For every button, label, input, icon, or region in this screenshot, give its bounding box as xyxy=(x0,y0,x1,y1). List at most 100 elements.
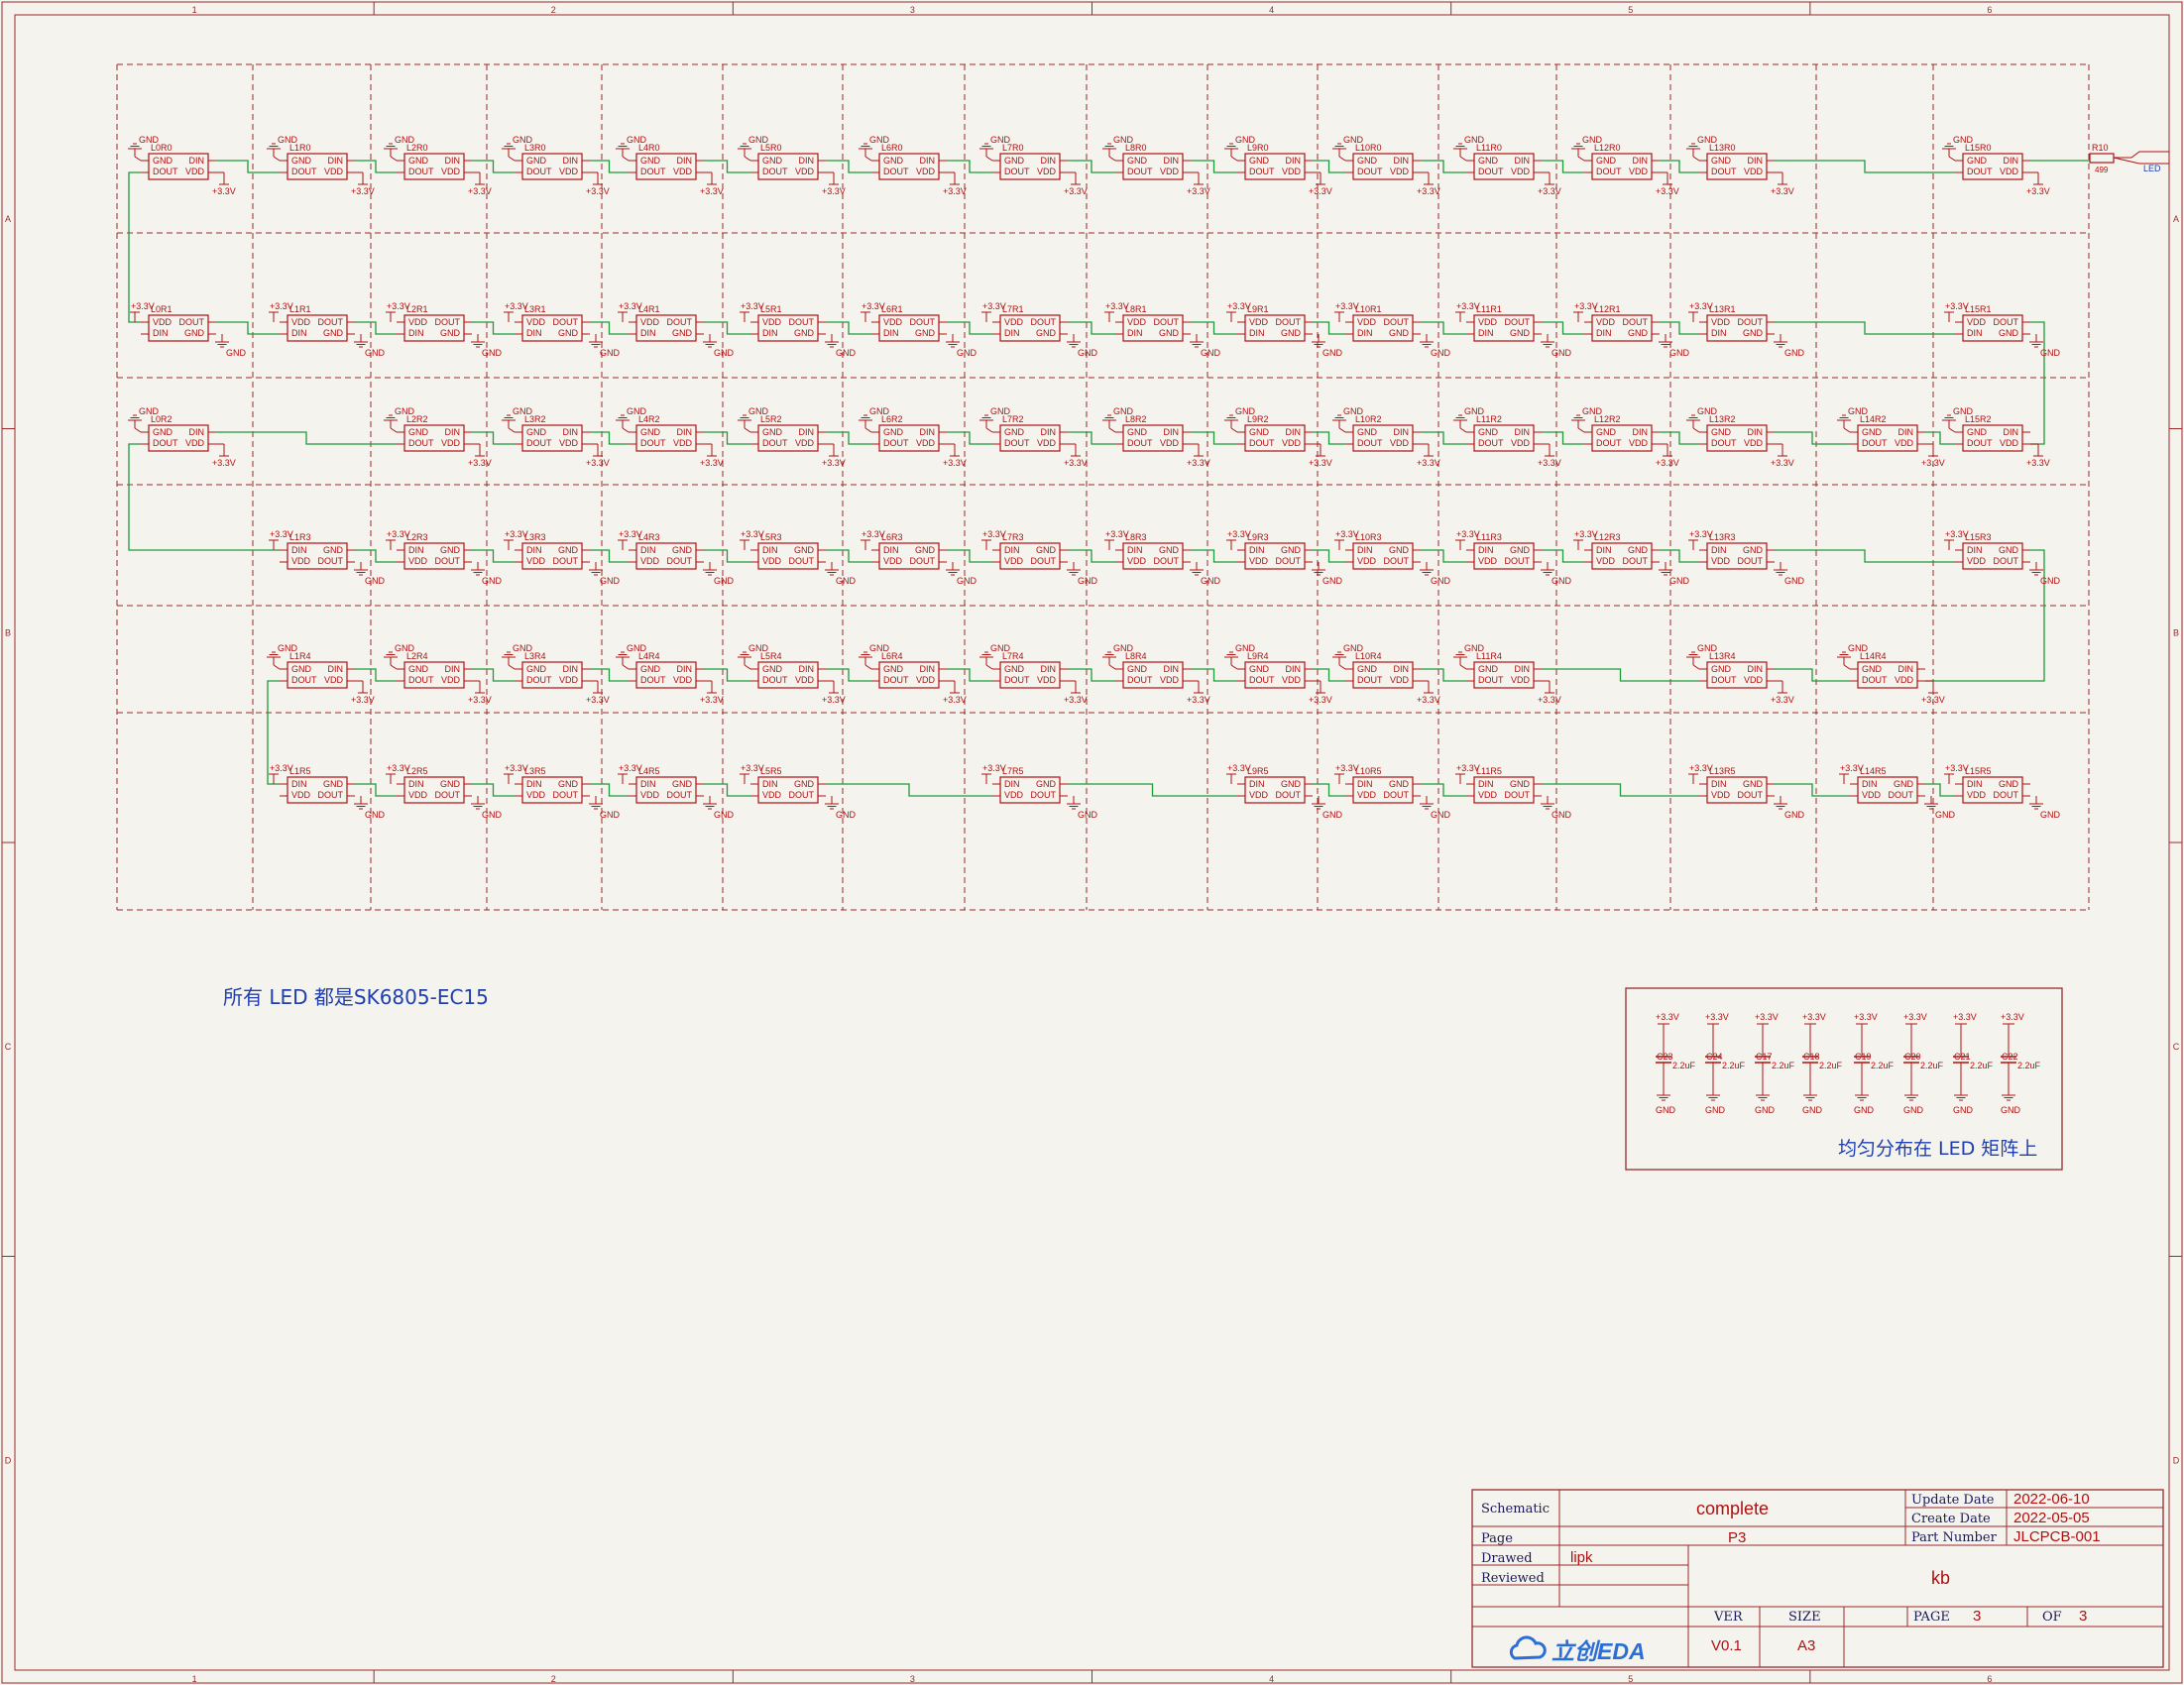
cap-value: 2.2uF xyxy=(1920,1061,1944,1070)
cap-ground-label: GND xyxy=(1656,1105,1676,1115)
pin-label: GND xyxy=(794,328,815,338)
ground-label: GND xyxy=(1235,135,1256,145)
pin-label: GND xyxy=(1004,427,1025,437)
ground-label: GND xyxy=(1552,348,1572,358)
pin-link xyxy=(1108,427,1116,433)
led-L15R1: L15R1 VDD DOUT DIN GND +3.3V GND xyxy=(1944,301,2061,358)
pin-label: DIN xyxy=(1711,545,1727,555)
power-label: +3.3V xyxy=(1538,695,1561,705)
pin-label: GND xyxy=(1628,328,1649,338)
led-L11R5: L11R5 DIN GND VDD DOUT +3.3V GND xyxy=(1455,763,1572,820)
zone-letter: A xyxy=(2173,214,2179,224)
wire xyxy=(1660,160,1699,173)
pin-label: DOUT xyxy=(435,317,461,327)
led-L12R0: L12R0GND DINDOUT VDDGND+3.3V xyxy=(1571,135,1679,196)
pin-label: DIN xyxy=(1748,664,1764,674)
ground-label: GND xyxy=(2040,348,2061,358)
ground-label: GND xyxy=(1113,406,1134,416)
pin-label: VDD xyxy=(1511,167,1531,176)
pin-label: DOUT xyxy=(1738,790,1764,800)
pin-label: DIN xyxy=(1478,779,1494,789)
power-label: +3.3V xyxy=(270,763,293,773)
pin-label: VDD xyxy=(1127,556,1147,566)
led-L1R0: L1R0GND DINDOUT VDDGND+3.3V xyxy=(267,135,375,196)
data-chain-wires xyxy=(128,160,2090,797)
pin-label: VDD xyxy=(1282,438,1302,448)
pin-label: DIN xyxy=(920,664,936,674)
pin-label: DOUT xyxy=(526,167,552,176)
led-ref: L13R1 xyxy=(1709,304,1736,314)
power-label: +3.3V xyxy=(586,458,610,468)
pin-label: DOUT xyxy=(789,790,815,800)
led-L9R2: L9R2GND DINDOUT VDDGND+3.3V xyxy=(1224,406,1332,468)
pin-label: DOUT xyxy=(667,556,693,566)
power-label: +3.3V xyxy=(387,301,410,311)
pin-label: VDD xyxy=(1967,790,1987,800)
pin-label: DIN xyxy=(1041,427,1057,437)
led-L2R1: L2R1VDD DOUTDIN GND+3.3VGND xyxy=(386,301,503,358)
pin-label: DIN xyxy=(526,328,542,338)
pin-label: GND xyxy=(915,545,936,555)
led-L13R2: L13R2GND DINDOUT VDDGND+3.3V xyxy=(1686,406,1794,468)
ground-label: GND xyxy=(714,810,735,820)
pin-label: DOUT xyxy=(408,438,434,448)
pin-link xyxy=(1948,427,1956,433)
power-label: +3.3V xyxy=(2026,186,2050,196)
ground-label: GND xyxy=(1848,643,1869,653)
pin-label: DOUT xyxy=(318,556,344,566)
pin-label: DIN xyxy=(640,328,656,338)
led-L12R2: L12R2GND DINDOUT VDDGND+3.3V xyxy=(1571,406,1679,468)
power-label: +3.3V xyxy=(943,186,967,196)
led-ref: L12R1 xyxy=(1594,304,1621,314)
cap-value: 2.2uF xyxy=(2017,1061,2041,1070)
pin-label: GND xyxy=(1743,779,1764,789)
pin-label: DIN xyxy=(1164,156,1180,166)
pin-label: VDD xyxy=(1004,317,1024,327)
pin-link xyxy=(1338,664,1346,670)
wire xyxy=(704,431,750,445)
power-label: +3.3V xyxy=(1105,301,1129,311)
ground-label: GND xyxy=(1784,348,1805,358)
power-label: +3.3V xyxy=(586,695,610,705)
pin-label: GND xyxy=(291,156,312,166)
pin-label: GND xyxy=(440,545,461,555)
power-label: +3.3V xyxy=(1538,458,1561,468)
wire xyxy=(472,668,515,682)
ground-label: GND xyxy=(748,643,769,653)
pin-label: DIN xyxy=(1478,328,1494,338)
power-label: +3.3V xyxy=(619,301,642,311)
pin-label: VDD xyxy=(1282,167,1302,176)
schematic-sheet: 112233445566A AB BC CD D L0R0GND DINDOUT VDDGN… xyxy=(1,1,2183,1684)
pin-link xyxy=(508,664,516,670)
pin-label: DOUT xyxy=(1154,556,1180,566)
power-label: +3.3V xyxy=(1187,186,1210,196)
led-matrix: L0R0GND DINDOUT VDDGND+3.3VL1R0GND DINDOUT V… xyxy=(128,135,2061,820)
pin-label: VDD xyxy=(673,675,693,685)
pin-label: VDD xyxy=(640,790,660,800)
pin-label: DOUT xyxy=(1127,167,1153,176)
pin-label: VDD xyxy=(1967,317,1987,327)
pin-label: VDD xyxy=(1967,556,1987,566)
wire xyxy=(704,321,750,335)
pin-label: GND xyxy=(1127,427,1148,437)
wire xyxy=(128,443,280,551)
pin-label: GND xyxy=(1004,664,1025,674)
pin-label: DIN xyxy=(677,156,693,166)
power-label: +3.3V xyxy=(1335,763,1359,773)
pin-label: VDD xyxy=(1357,556,1377,566)
page-of-label: PAGE xyxy=(1913,1610,1950,1625)
led-ref: L14R5 xyxy=(1860,766,1887,776)
pin-label: DIN xyxy=(640,545,656,555)
pin-label: DIN xyxy=(1633,156,1649,166)
capacitor-C24: +3.3V C242.2uF GND xyxy=(1705,1012,1746,1115)
pin-label: DOUT xyxy=(789,317,815,327)
zone-number: 6 xyxy=(1987,5,1992,15)
ground-label: GND xyxy=(714,348,735,358)
ground-label: GND xyxy=(1431,576,1451,586)
power-label: +3.3V xyxy=(1227,763,1251,773)
pin-label: GND xyxy=(1281,779,1302,789)
ground-label: GND xyxy=(365,810,386,820)
zone-letter: B xyxy=(5,627,11,637)
wire xyxy=(355,668,397,682)
net-label: LED xyxy=(2143,164,2161,173)
